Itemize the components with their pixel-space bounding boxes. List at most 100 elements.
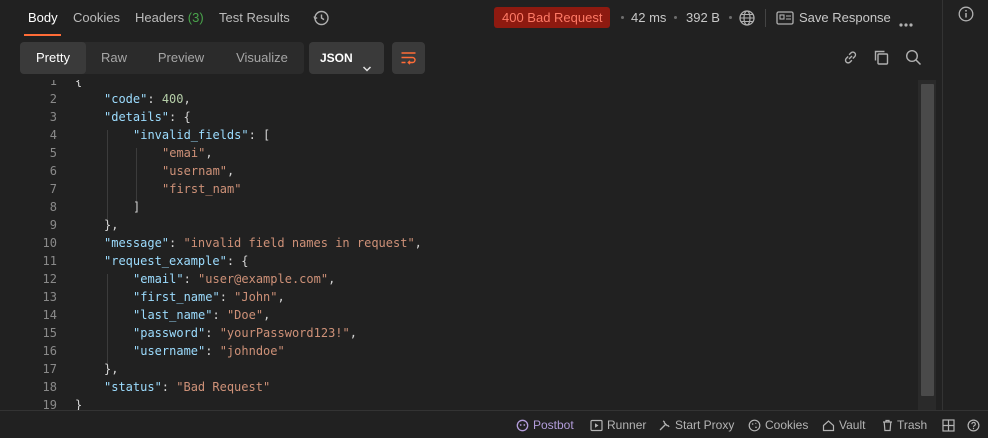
history-icon[interactable] — [312, 9, 330, 32]
tab-body[interactable]: Body — [28, 10, 58, 25]
scrollbar-thumb[interactable] — [921, 84, 934, 396]
wrap-lines-button[interactable] — [392, 42, 425, 74]
response-body-editor[interactable]: 1{2 "code": 400, 3 "details": {4 "invalid_fi… — [4, 80, 942, 410]
line-number: 2 — [49, 92, 57, 106]
save-response-button[interactable]: Save Response — [799, 10, 891, 25]
search-icon[interactable] — [905, 49, 922, 71]
link-icon[interactable] — [842, 49, 859, 71]
layout-icon[interactable] — [942, 419, 955, 437]
view-mode-switcher: Pretty Raw Preview Visualize — [20, 42, 304, 74]
more-icon[interactable] — [899, 15, 913, 33]
code-token: , — [263, 308, 271, 322]
code-token: "yourPassword123!" — [219, 326, 350, 340]
cookie-icon — [748, 419, 761, 437]
code-token: "code" — [104, 92, 148, 106]
line-number: 14 — [42, 308, 57, 322]
code-token: "message" — [104, 236, 170, 250]
separator-dot — [621, 16, 624, 19]
response-size[interactable]: 392 B — [686, 10, 720, 25]
code-token: "status" — [104, 380, 162, 394]
code-token: "first_name" — [133, 290, 220, 304]
indent-guide — [107, 292, 108, 310]
line-number: 19 — [42, 398, 57, 410]
code-token: "invalid_fields" — [133, 128, 249, 142]
code-line: "usernam", — [162, 164, 234, 178]
code-token: } — [75, 398, 83, 410]
status-badge[interactable]: 400 Bad Request — [494, 7, 611, 28]
code-token: : — [205, 344, 220, 358]
code-line: "status": "Bad Request" — [104, 380, 270, 394]
help-icon[interactable] — [967, 419, 980, 437]
copy-icon[interactable] — [873, 49, 890, 71]
view-mode-visualize[interactable]: Visualize — [220, 42, 304, 74]
trash-button[interactable]: Trash — [897, 418, 927, 432]
code-token: : — [219, 290, 235, 304]
code-token: , — [349, 326, 357, 340]
code-line: "password": "yourPassword123!", — [133, 326, 357, 340]
line-number: 8 — [49, 200, 57, 214]
format-select[interactable]: JSON — [309, 42, 384, 74]
vault-button[interactable]: Vault — [839, 418, 865, 432]
globe-icon[interactable] — [738, 9, 756, 32]
code-token: : [ — [248, 128, 271, 142]
runner-icon — [590, 419, 603, 437]
code-token: : — [205, 326, 220, 340]
indent-guide — [136, 148, 137, 166]
info-icon[interactable] — [958, 6, 974, 27]
response-toolbar: Pretty Raw Preview Visualize JSON — [4, 36, 942, 80]
code-line: "username": "johndoe" — [133, 344, 285, 358]
response-time[interactable]: 42 ms — [631, 10, 666, 25]
wrap-icon — [400, 50, 417, 71]
code-token: : — [169, 236, 184, 250]
code-token: "request_example" — [104, 254, 227, 268]
line-number: 3 — [49, 110, 57, 124]
runner-button[interactable]: Runner — [607, 418, 646, 432]
code-token: , — [328, 272, 336, 286]
code-token: "John" — [234, 290, 278, 304]
line-number: 13 — [42, 290, 57, 304]
tab-headers[interactable]: Headers (3) — [135, 10, 204, 25]
tab-cookies[interactable]: Cookies — [73, 10, 120, 25]
cookies-button[interactable]: Cookies — [765, 418, 808, 432]
code-token: : { — [169, 110, 191, 124]
format-select-value: JSON — [320, 51, 353, 65]
code-line: "last_name": "Doe", — [133, 308, 270, 322]
save-icon — [776, 10, 794, 31]
code-line: "email": "user@example.com", — [133, 272, 335, 286]
line-number: 18 — [42, 380, 57, 394]
code-token: "invalid field names in request" — [183, 236, 415, 250]
code-token: , — [277, 290, 285, 304]
line-number: 1 — [49, 80, 57, 88]
line-number: 7 — [49, 182, 57, 196]
code-token: "user@example.com" — [198, 272, 329, 286]
code-token: "last_name" — [133, 308, 213, 322]
line-number: 16 — [42, 344, 57, 358]
start-proxy-button[interactable]: Start Proxy — [675, 418, 734, 432]
code-token: "Bad Request" — [176, 380, 271, 394]
code-token: "username" — [133, 344, 206, 358]
status-bar: Postbot Runner Start Proxy Cookies Vault… — [0, 410, 988, 438]
code-token: }, — [104, 218, 119, 232]
code-token: }, — [104, 362, 119, 376]
indent-guide — [107, 328, 108, 346]
response-panel: Body Cookies Headers (3) Test Results 40… — [4, 0, 942, 410]
view-mode-pretty[interactable]: Pretty — [20, 42, 86, 74]
line-number: 6 — [49, 164, 57, 178]
right-sidebar — [942, 0, 988, 410]
postbot-button[interactable]: Postbot — [533, 418, 574, 432]
indent-guide — [136, 166, 137, 184]
code-token: "details" — [104, 110, 170, 124]
code-token: , — [205, 146, 213, 160]
indent-guide — [107, 184, 108, 202]
tab-test-results[interactable]: Test Results — [219, 10, 290, 25]
code-line: "emai", — [162, 146, 213, 160]
response-pane: Body Cookies Headers (3) Test Results 40… — [0, 0, 988, 438]
code-line: "request_example": { — [104, 254, 249, 268]
tab-headers-label: Headers — [135, 10, 185, 25]
code-token: : { — [226, 254, 249, 268]
response-tab-bar: Body Cookies Headers (3) Test Results 40… — [4, 0, 942, 36]
view-mode-preview[interactable]: Preview — [142, 42, 220, 74]
view-mode-raw[interactable]: Raw — [86, 42, 142, 74]
code-token: "first_nam" — [162, 182, 242, 196]
code-token: "password" — [133, 326, 206, 340]
